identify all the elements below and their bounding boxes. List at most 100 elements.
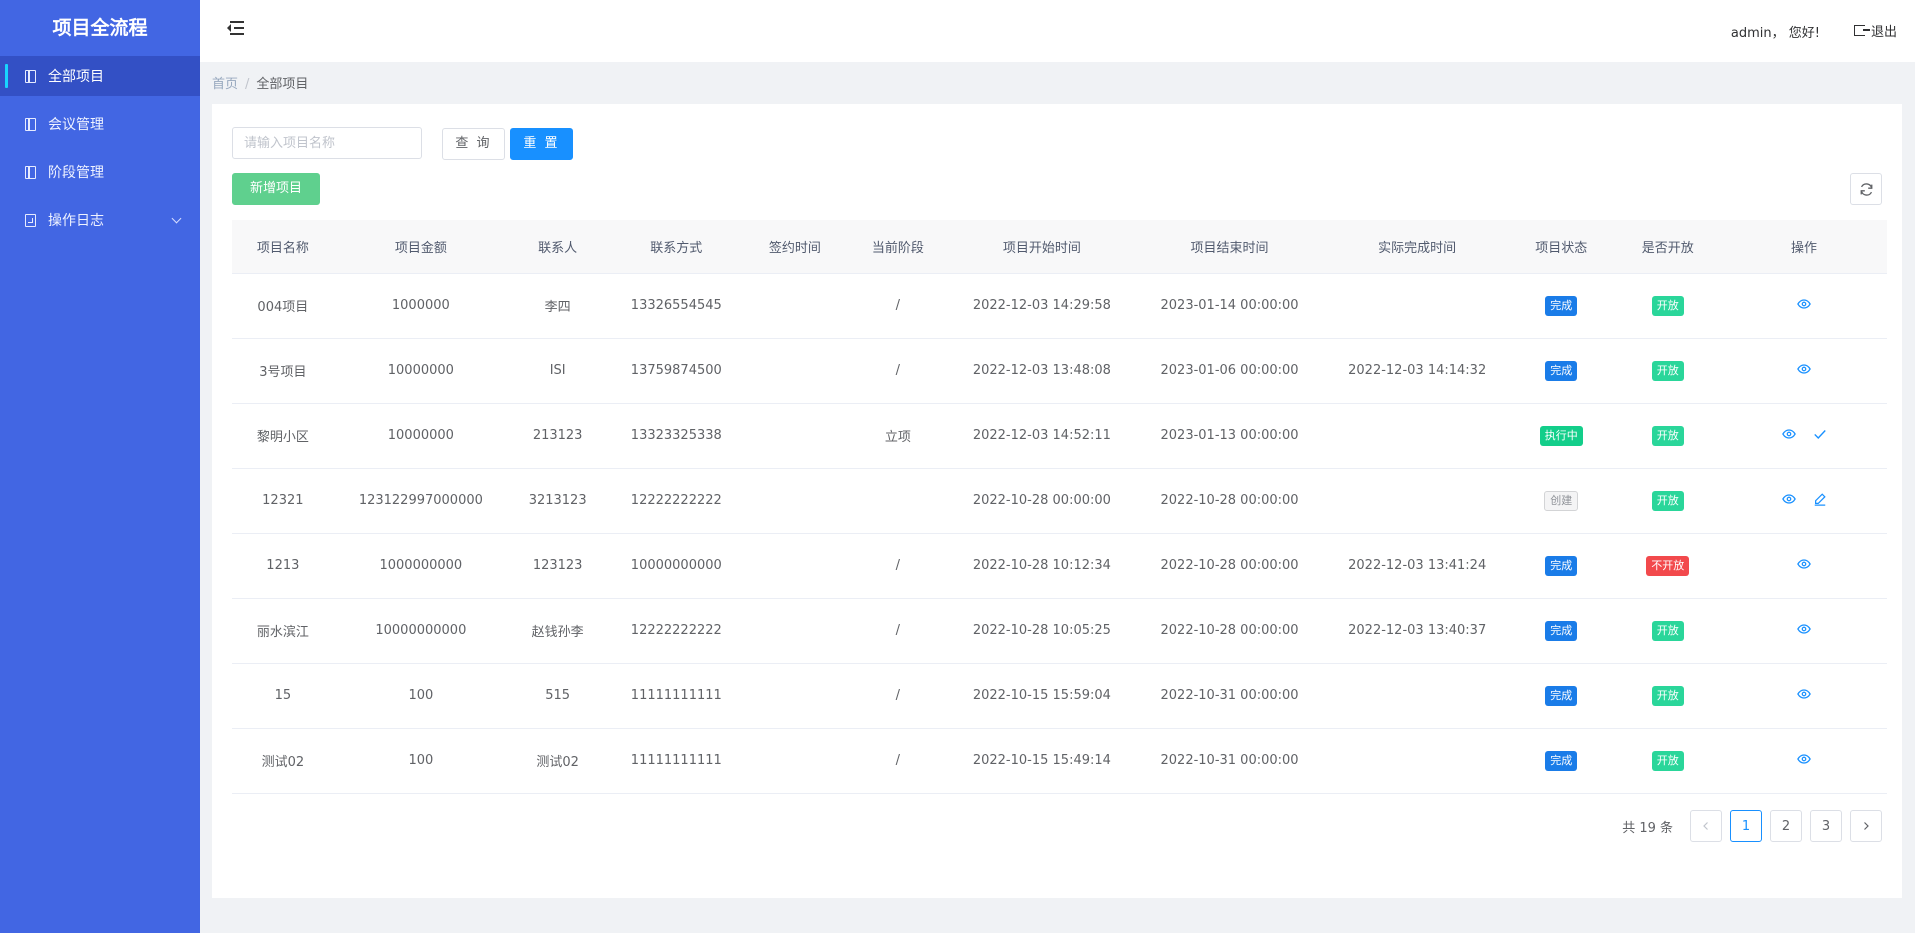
- projects-table: 项目名称 项目金额 联系人 联系方式 签约时间 当前阶段 项目开始时间 项目结束时间 实际完成时…: [232, 220, 1887, 794]
- cell-contact: 515: [508, 663, 608, 729]
- status-badge: 完成: [1545, 295, 1578, 316]
- chevron-left-icon: [1703, 822, 1708, 830]
- project-name-search-input[interactable]: [232, 127, 422, 159]
- cell-finish: [1326, 403, 1508, 469]
- cell-end: 2022-10-31 00:00:00: [1132, 728, 1327, 794]
- log-icon: [25, 213, 36, 227]
- sidebar-item-label: 全部项目: [48, 69, 104, 85]
- view-icon[interactable]: [1797, 297, 1811, 311]
- cell-actions: [1721, 338, 1887, 404]
- breadcrumb-separator: /: [245, 77, 250, 92]
- cell-open: 开放: [1614, 273, 1722, 339]
- cell-finish: 2022-12-03 13:41:24: [1326, 533, 1508, 599]
- row-actions: [1781, 427, 1827, 441]
- view-icon[interactable]: [1797, 362, 1811, 376]
- check-icon[interactable]: [1813, 427, 1827, 441]
- cell-open: 开放: [1614, 663, 1722, 729]
- table-header-row: 项目名称 项目金额 联系人 联系方式 签约时间 当前阶段 项目开始时间 项目结束时间 实际完成时…: [232, 220, 1887, 274]
- cell-finish: 2022-12-03 13:40:37: [1326, 598, 1508, 664]
- sidebar-menu: 全部项目会议管理阶段管理操作日志: [0, 56, 200, 240]
- view-icon[interactable]: [1797, 752, 1811, 766]
- sidebar-item-3[interactable]: 操作日志: [0, 200, 200, 240]
- table-row: 004项目 1000000 李四 13326554545 /2022-12-03 14:…: [232, 273, 1887, 339]
- cell-start: 2022-10-15 15:59:04: [951, 663, 1133, 729]
- cell-phone: 12222222222: [607, 598, 746, 664]
- open-badge: 开放: [1651, 490, 1684, 511]
- cell-open: 开放: [1614, 468, 1722, 534]
- open-badge: 开放: [1651, 425, 1684, 446]
- cell-actions: [1721, 598, 1887, 664]
- cell-finish: [1326, 728, 1508, 794]
- cell-sign-time: [745, 468, 845, 534]
- user-greeting: admin， 您好!: [1730, 26, 1820, 41]
- row-actions: [1781, 492, 1827, 506]
- cell-contact: ISI: [508, 338, 608, 404]
- row-actions: [1797, 297, 1811, 311]
- column-header: 项目状态: [1507, 220, 1615, 274]
- table-row: 12321 123122997000000 3213123 12222222222 20…: [232, 468, 1887, 534]
- sidebar-item-2[interactable]: 阶段管理: [0, 152, 200, 192]
- table-row: 1213 1000000000 123123 10000000000/2022-10-…: [232, 533, 1887, 599]
- cell-start: 2022-10-28 10:12:34: [951, 533, 1133, 599]
- view-icon[interactable]: [1797, 622, 1811, 636]
- table-row: 丽水滨江 10000000000 赵钱孙李 12222222222/2022-10-2…: [232, 598, 1887, 664]
- document-icon: [25, 69, 36, 83]
- view-icon[interactable]: [1797, 687, 1811, 701]
- reset-button[interactable]: 重 置: [510, 128, 573, 160]
- cell-actions: [1721, 468, 1887, 534]
- document-icon: [25, 165, 36, 179]
- refresh-button[interactable]: [1850, 173, 1882, 205]
- page-button-3[interactable]: 3: [1810, 810, 1842, 842]
- sidebar-item-1[interactable]: 会议管理: [0, 104, 200, 144]
- cell-stage: /: [844, 533, 952, 599]
- cell-stage: /: [844, 338, 952, 404]
- add-project-button[interactable]: 新增项目: [232, 173, 320, 205]
- logout-label: 退出: [1870, 25, 1897, 40]
- cell-stage: /: [844, 663, 952, 729]
- cell-stage: /: [844, 598, 952, 664]
- cell-phone: 11111111111: [607, 728, 746, 794]
- cell-stage: /: [844, 273, 952, 339]
- open-badge: 开放: [1651, 750, 1684, 771]
- edit-icon[interactable]: [1813, 492, 1827, 506]
- row-actions: [1797, 687, 1811, 701]
- cell-phone: 12222222222: [607, 468, 746, 534]
- open-badge: 开放: [1651, 295, 1684, 316]
- status-badge: 完成: [1545, 555, 1578, 576]
- view-icon[interactable]: [1781, 492, 1796, 506]
- view-icon[interactable]: [1781, 427, 1796, 441]
- sidebar-item-label: 操作日志: [48, 213, 104, 229]
- cell-stage: [844, 468, 952, 534]
- status-badge: 完成: [1545, 620, 1578, 641]
- sidebar: 项目全流程 全部项目 会议管理 阶段管理 操作日志: [0, 0, 200, 933]
- next-page-button[interactable]: [1850, 810, 1882, 842]
- page-button-1[interactable]: 1: [1730, 810, 1762, 842]
- cell-open: 开放: [1614, 598, 1722, 664]
- row-actions: [1797, 752, 1811, 766]
- open-badge: 开放: [1651, 685, 1684, 706]
- cell-contact: 李四: [508, 273, 608, 339]
- sidebar-item-0[interactable]: 全部项目: [0, 56, 200, 96]
- cell-status: 完成: [1507, 338, 1615, 404]
- view-icon[interactable]: [1797, 557, 1811, 571]
- cell-phone: 13759874500: [607, 338, 746, 404]
- cell-sign-time: [745, 663, 845, 729]
- menu-toggle-icon[interactable]: [227, 21, 244, 35]
- cell-name: 丽水滨江: [232, 598, 334, 664]
- table-row: 15 100 515 11111111111 /2022-10-15 15:59:04 2…: [232, 663, 1887, 729]
- cell-phone: 10000000000: [607, 533, 746, 599]
- chevron-down-icon: [171, 213, 182, 224]
- breadcrumb-home[interactable]: 首页: [212, 77, 238, 92]
- column-header: 当前阶段: [844, 220, 952, 274]
- query-button[interactable]: 查 询: [442, 128, 505, 160]
- header: admin， 您好! 退出: [200, 0, 1915, 62]
- column-header: 联系方式: [607, 220, 746, 274]
- prev-page-button[interactable]: [1690, 810, 1722, 842]
- logout-button[interactable]: 退出: [1853, 21, 1897, 40]
- cell-actions: [1721, 403, 1887, 469]
- cell-finish: 2022-12-03 14:14:32: [1326, 338, 1508, 404]
- cell-amount: 100: [333, 663, 509, 729]
- page-button-2[interactable]: 2: [1770, 810, 1802, 842]
- cell-status: 完成: [1507, 533, 1615, 599]
- cell-sign-time: [745, 728, 845, 794]
